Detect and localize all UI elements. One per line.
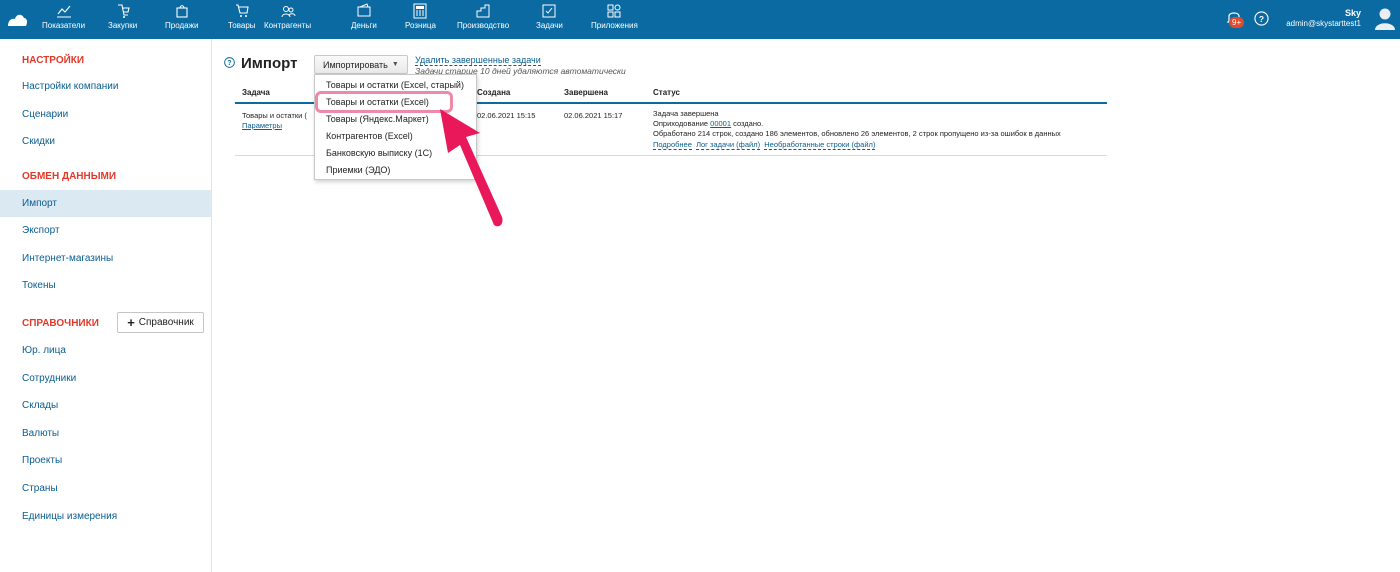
people-icon (281, 6, 296, 18)
sidebar-item-discounts[interactable]: Скидки (0, 128, 212, 155)
svg-text:?: ? (1259, 14, 1264, 24)
status-doc-prefix: Оприходование (653, 119, 709, 128)
page-title: Импорт (241, 55, 298, 72)
status-line-1: Задача завершена (653, 109, 719, 118)
nav-item-retail[interactable]: Розница (405, 3, 436, 35)
chart-icon (56, 5, 71, 18)
nav-label: Розница (405, 21, 436, 30)
import-button-label: Импортировать (323, 59, 388, 70)
nav-item-tasks[interactable]: Задачи (536, 3, 563, 35)
plus-icon: + (127, 315, 135, 330)
apps-icon (607, 4, 621, 18)
user-name[interactable]: Sky (1345, 8, 1361, 18)
import-dropdown-button[interactable]: Импортировать ▼ (314, 55, 408, 74)
chevron-down-icon: ▼ (391, 61, 399, 68)
nav-item-counterparties[interactable]: Контрагенты (264, 3, 311, 35)
delete-finished-tasks-link[interactable]: Удалить завершенные задачи (415, 55, 541, 66)
sidebar-item-import[interactable]: Импорт (0, 190, 212, 217)
sidebar-item-company-settings[interactable]: Настройки компании (0, 73, 212, 100)
cell-finished: 02.06.2021 15:17 (564, 111, 623, 120)
document-link[interactable]: 00001 (710, 119, 731, 128)
nav-label: Товары (228, 21, 256, 30)
nav-item-production[interactable]: Производство (457, 3, 509, 35)
sidebar: НАСТРОЙКИ Настройки компании Сценарии Ск… (0, 39, 212, 572)
help-icon[interactable]: ? (1254, 11, 1269, 26)
sidebar-item-scenarios[interactable]: Сценарии (0, 101, 212, 128)
sidebar-item-warehouses[interactable]: Склады (0, 392, 212, 419)
add-reference-button[interactable]: + Справочник (117, 312, 204, 333)
column-header-task: Задача (242, 88, 270, 97)
nav-item-products[interactable]: Товары (228, 3, 256, 35)
column-header-finished: Завершена (564, 88, 609, 97)
nav-label: Задачи (536, 21, 563, 30)
avatar[interactable] (1374, 7, 1396, 31)
annotation-arrow (440, 109, 503, 227)
sidebar-item-currencies[interactable]: Валюты (0, 420, 212, 447)
sidebar-item-export[interactable]: Экспорт (0, 217, 212, 244)
nav-item-sales[interactable]: Продажи (165, 3, 198, 35)
nav-label: Продажи (165, 21, 199, 30)
column-header-status: Статус (653, 88, 680, 97)
nav-label: Приложения (591, 21, 638, 30)
status-line-3: Обработано 214 строк, создано 186 элемен… (653, 129, 1061, 138)
sidebar-item-countries[interactable]: Страны (0, 475, 212, 502)
help-icon[interactable]: ? (224, 57, 235, 68)
nav-label: Контрагенты (264, 21, 312, 30)
register-icon (413, 3, 427, 19)
highlight-outline (315, 91, 453, 113)
nav-label: Закупки (108, 21, 138, 30)
svg-text:?: ? (227, 60, 231, 67)
top-navigation-bar: Показатели Закупки Продажи Товары Контра… (0, 0, 1400, 39)
nav-item-purchases[interactable]: Закупки (108, 3, 137, 35)
status-line-2: Оприходование 00001 создано. (653, 119, 763, 129)
cell-task: Товары и остатки ( (242, 111, 307, 120)
sidebar-item-tokens[interactable]: Токены (0, 272, 212, 299)
sidebar-item-legal-entities[interactable]: Юр. лица (0, 337, 212, 364)
task-log-link[interactable]: Лог задачи (файл) (696, 140, 761, 150)
section-settings-header: НАСТРОЙКИ (22, 55, 85, 66)
section-exchange-header: ОБМЕН ДАННЫМИ (22, 171, 117, 182)
column-header-created: Создана (477, 88, 511, 97)
cart-icon (235, 4, 249, 17)
add-reference-label: Справочник (138, 317, 194, 328)
status-links: Подробнее Лог задачи (файл) Необработанн… (653, 140, 876, 150)
status-doc-suffix: создано. (733, 119, 764, 128)
notification-badge[interactable]: 9+ (1229, 17, 1245, 28)
unprocessed-rows-link[interactable]: Необработанные строки (файл) (764, 140, 876, 150)
factory-icon (476, 4, 490, 18)
section-refs-header: СПРАВОЧНИКИ (22, 318, 99, 329)
nav-label: Деньги (351, 21, 377, 30)
sidebar-item-employees[interactable]: Сотрудники (0, 365, 212, 392)
tasks-icon (542, 4, 556, 18)
sidebar-item-units[interactable]: Единицы измерения (0, 503, 212, 530)
wallet-icon (357, 3, 371, 17)
nav-label: Производство (457, 21, 510, 30)
bag-icon (176, 5, 188, 18)
purchase-icon (117, 4, 130, 18)
logo-icon[interactable] (6, 10, 28, 28)
sidebar-item-online-stores[interactable]: Интернет-магазины (0, 245, 212, 272)
nav-item-money[interactable]: Деньги (351, 3, 377, 35)
parameters-link[interactable]: Параметры (242, 121, 282, 130)
nav-label: Показатели (42, 21, 86, 30)
sidebar-item-projects[interactable]: Проекты (0, 447, 212, 474)
details-link[interactable]: Подробнее (653, 140, 692, 150)
nav-item-dashboard[interactable]: Показатели (42, 3, 85, 35)
user-email[interactable]: admin@skystarttest1 (1286, 19, 1361, 28)
nav-item-apps[interactable]: Приложения (591, 3, 638, 35)
